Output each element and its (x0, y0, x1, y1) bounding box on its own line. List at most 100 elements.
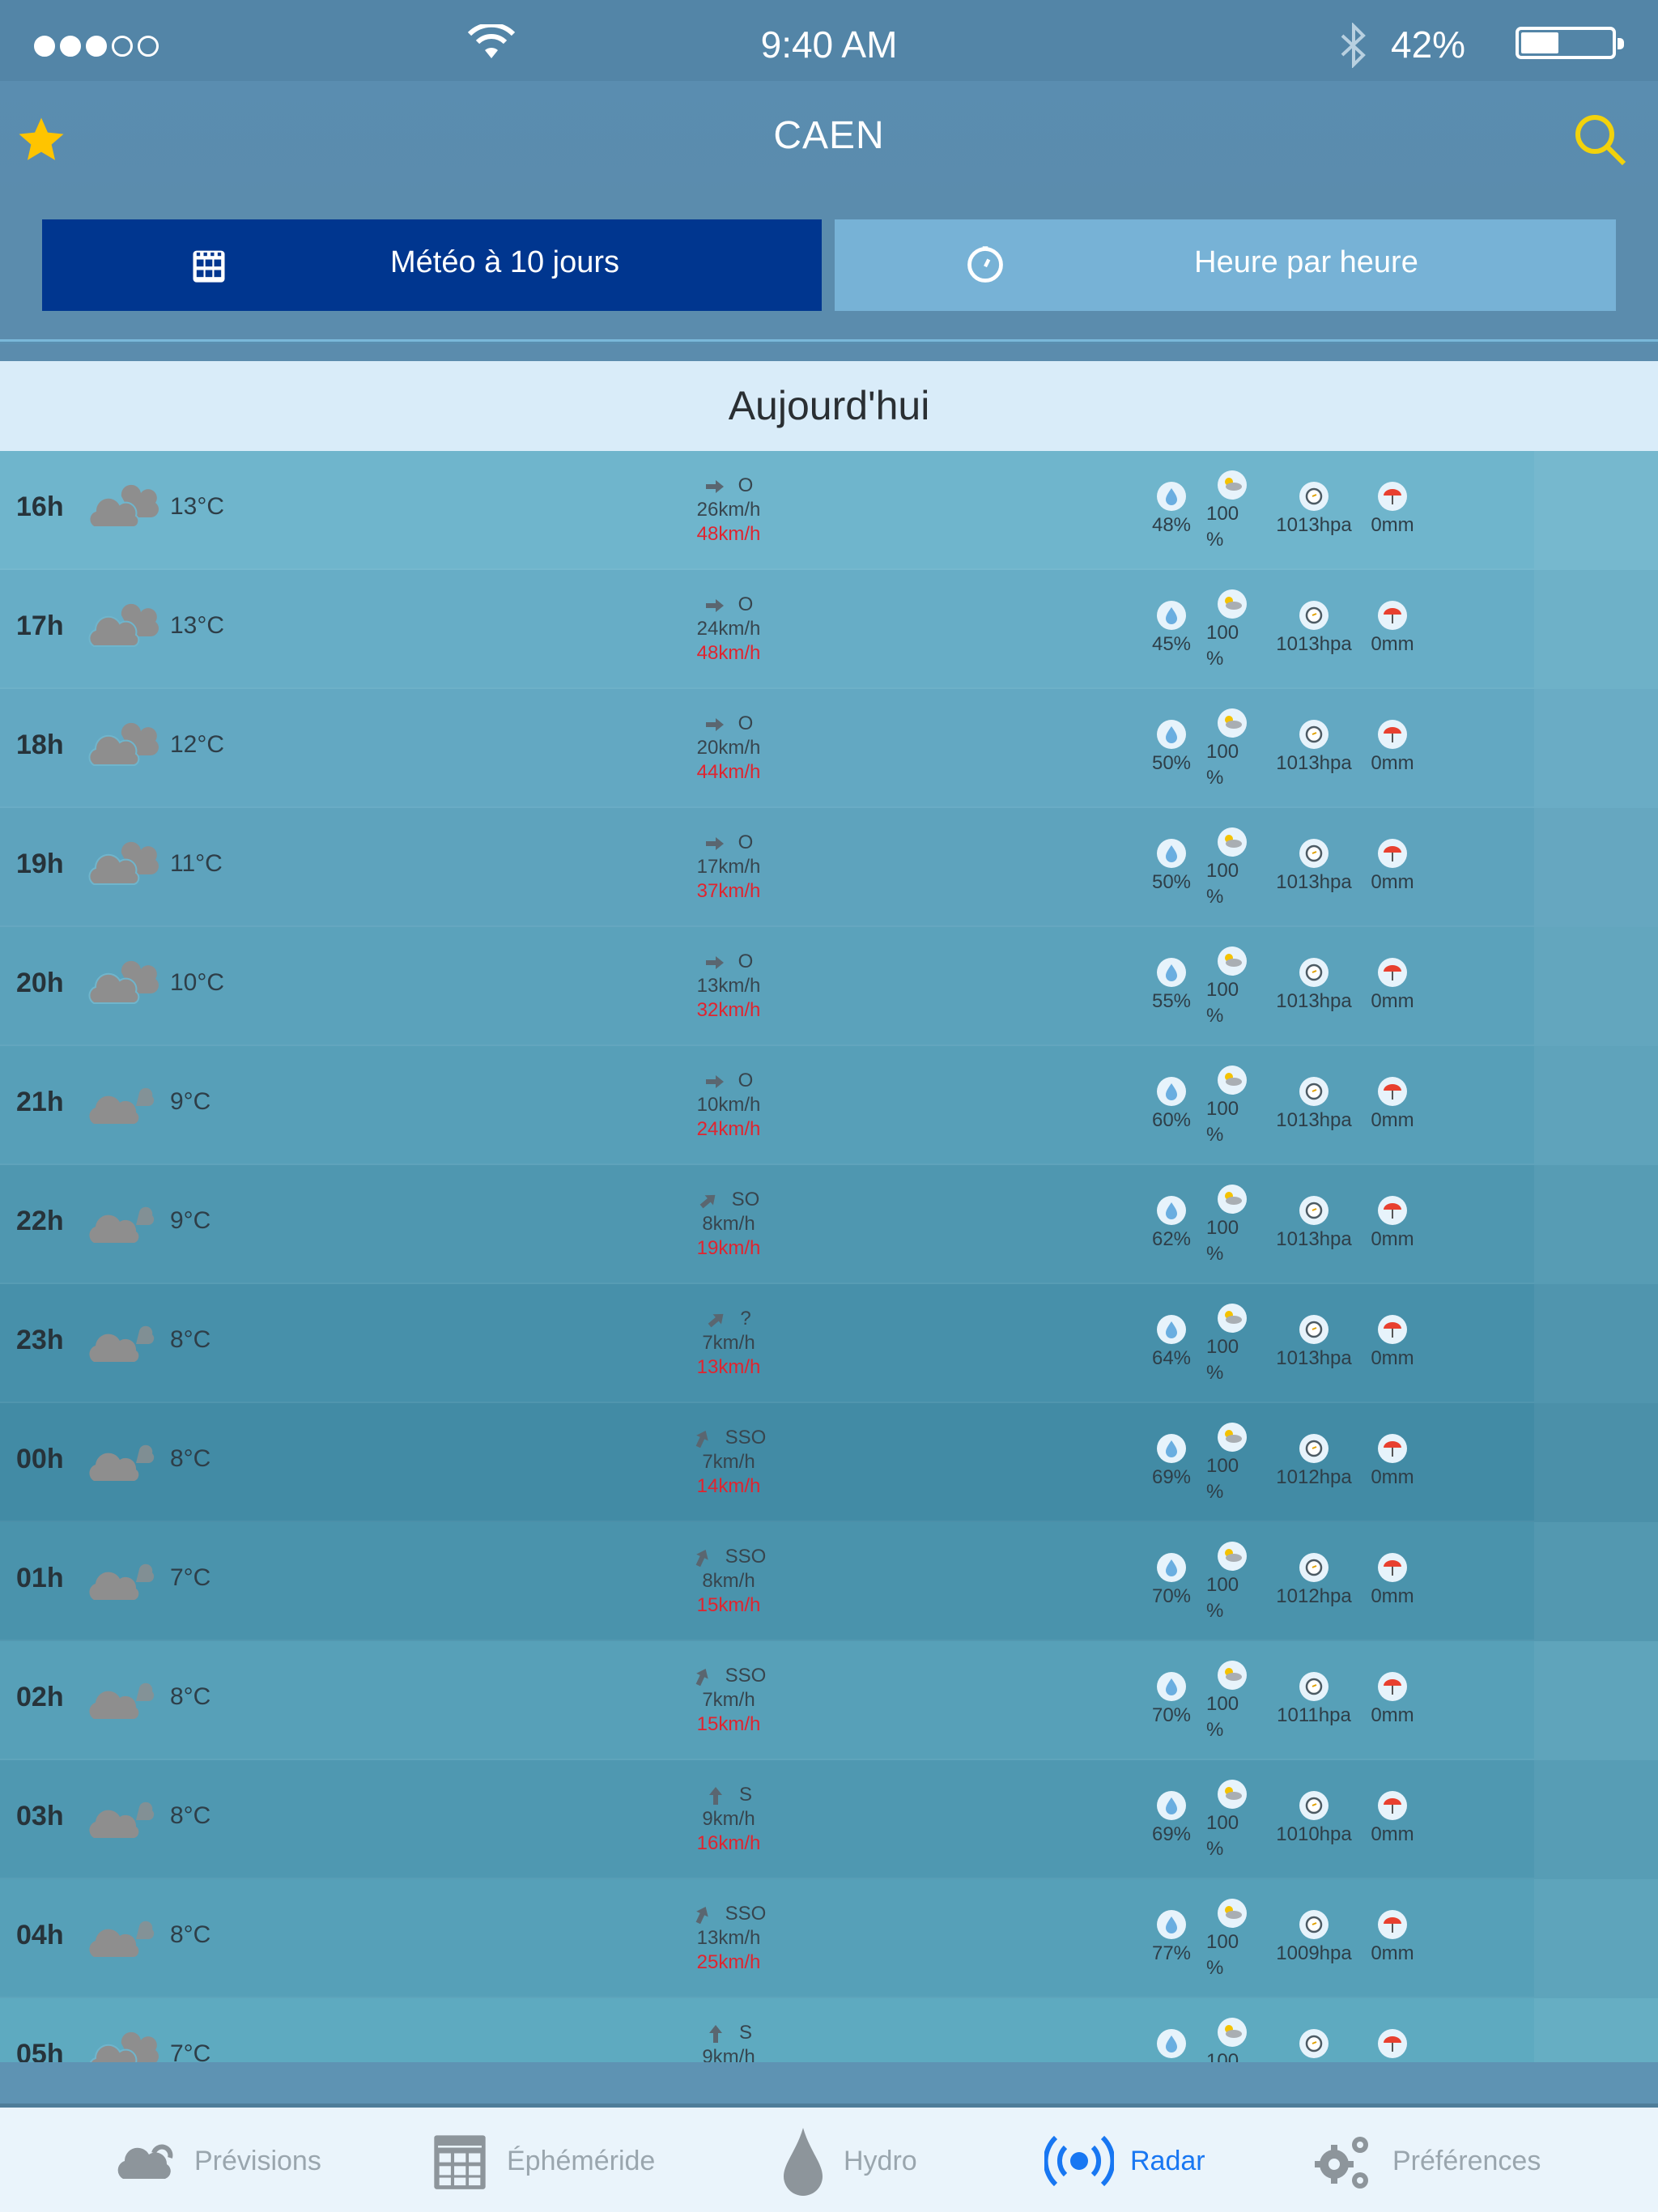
cloud-cover: 100 % (1206, 1661, 1263, 1742)
humidity: 69% (1143, 1434, 1200, 1489)
hour-label: 22h (16, 1206, 64, 1236)
humidity-value: 69% (1151, 1823, 1192, 1845)
hour-row[interactable]: 02h 8°C SSO 7km/h 15km/h 70% 100 % 1011h… (0, 1641, 1658, 1760)
tab-preferences[interactable]: Préférences (1312, 2132, 1541, 2190)
humidity-drop-icon (1157, 1196, 1186, 1225)
humidity-value: 64% (1151, 1347, 1192, 1369)
hour-label: 04h (16, 1920, 64, 1950)
hour-row[interactable]: 03h 8°C S 9km/h 16km/h 69% 100 % 1010hpa… (0, 1760, 1658, 1879)
rain: 0mm (1362, 1910, 1423, 1965)
pressure (1267, 2029, 1361, 2061)
cloudy-night-icon (89, 1675, 155, 1719)
pressure-gauge-icon (1299, 1077, 1329, 1106)
hour-row[interactable]: 18h 12°C O 20km/h 44km/h 50% 100 % 1013h… (0, 689, 1658, 808)
pressure: 1012hpa (1267, 1434, 1361, 1489)
tab-ephemeride[interactable]: Éphéméride (429, 2132, 655, 2190)
gears-icon (1315, 2137, 1368, 2189)
tab-hourly[interactable]: Heure par heure (835, 219, 1616, 311)
cloud-cover-value: 100 (1206, 1574, 1239, 1596)
wind-speed: 10km/h (696, 1094, 761, 1116)
cloudy-icon (88, 722, 159, 766)
wind-direction: O (648, 593, 810, 617)
tab-hydro[interactable]: Hydro (779, 2128, 917, 2196)
hour-row[interactable]: 19h 11°C O 17km/h 37km/h 50% 100 % 1013h… (0, 808, 1658, 927)
rain-value: 0mm (1371, 1347, 1414, 1369)
cloudy-night-icon (89, 1080, 155, 1124)
wind-direction-label: SSO (725, 1903, 767, 1925)
wind-info: S 9km/h 16km/h (648, 1783, 810, 1856)
cloud-cover: 100 % (1206, 946, 1263, 1027)
temperature: 8°C (170, 1445, 211, 1472)
rain-value: 0mm (1371, 1823, 1414, 1845)
hour-row[interactable]: 00h 8°C SSO 7km/h 14km/h 69% 100 % 1012h… (0, 1403, 1658, 1522)
hour-row[interactable]: 23h 8°C ? 7km/h 13km/h 64% 100 % 1013hpa… (0, 1284, 1658, 1403)
hour-row[interactable]: 05h 7°C S 9km/h 100 (0, 1998, 1658, 2062)
hour-row[interactable]: 04h 8°C SSO 13km/h 25km/h 77% 100 % 1009… (0, 1879, 1658, 1998)
partly-cloudy-icon (1218, 1542, 1247, 1571)
rain-value: 0mm (1371, 1466, 1414, 1488)
cloud-cover-unit: % (1206, 767, 1224, 789)
wind-direction: SSO (648, 1664, 810, 1688)
wind-direction: SSO (648, 1545, 810, 1569)
wind-speed: 13km/h (696, 975, 761, 997)
rain-value: 0mm (1371, 1942, 1414, 1964)
rain: 0mm (1362, 1077, 1423, 1132)
temperature: 8°C (170, 1683, 211, 1710)
humidity-drop-icon (1157, 1910, 1186, 1939)
wind-arrow-icon (695, 1430, 708, 1448)
rain-value: 0mm (1371, 752, 1414, 774)
wind-direction-label: O (738, 593, 754, 615)
hour-row[interactable]: 20h 10°C O 13km/h 32km/h 55% 100 % 1013h… (0, 927, 1658, 1046)
wind-arrow-icon (705, 479, 724, 493)
tab-previsions[interactable]: Prévisions (113, 2132, 321, 2190)
rain-value: 0mm (1371, 1109, 1414, 1131)
hour-row[interactable]: 01h 7°C SSO 8km/h 15km/h 70% 100 % 1012h… (0, 1522, 1658, 1641)
wind-info: O 17km/h 37km/h (648, 831, 810, 904)
humidity-drop-icon (1157, 482, 1186, 511)
cloud-cover-value: 100 (1206, 1693, 1239, 1715)
partly-cloudy-icon (1218, 1899, 1247, 1928)
rain: 0mm (1362, 1196, 1423, 1251)
tab-radar[interactable]: Radar (1044, 2132, 1205, 2190)
wind-info: SSO 8km/h 15km/h (648, 1545, 810, 1618)
wind-direction: O (648, 1069, 810, 1093)
cloud-icon (117, 2144, 173, 2179)
wind-arrow-icon (708, 2024, 722, 2043)
tab-10-day-forecast[interactable]: Météo à 10 jours (42, 219, 822, 311)
humidity: 77% (1143, 1910, 1200, 1965)
partly-cloudy-icon (1218, 1185, 1247, 1214)
hour-row[interactable]: 22h 9°C SO 8km/h 19km/h 62% 100 % 1013hp… (0, 1165, 1658, 1284)
umbrella-icon (1378, 1434, 1407, 1463)
wind-arrow-icon (708, 1313, 724, 1328)
humidity-value: 50% (1151, 871, 1192, 893)
humidity: 50% (1143, 839, 1200, 894)
wind-speed: 13km/h (696, 1927, 761, 1949)
humidity-drop-icon (1157, 839, 1186, 868)
hour-row[interactable]: 17h 13°C O 24km/h 48km/h 45% 100 % 1013h… (0, 570, 1658, 689)
pressure-gauge-icon (1299, 601, 1329, 630)
calendar-grid-icon (434, 2135, 486, 2189)
rain (1362, 2029, 1423, 2061)
wind-gust: 14km/h (696, 1475, 761, 1497)
wind-direction-label: SSO (725, 1665, 767, 1687)
humidity: 70% (1143, 1553, 1200, 1608)
temperature: 13°C (170, 493, 225, 520)
tab-ephemeride-label: Éphéméride (507, 2145, 656, 2176)
humidity-value: 70% (1151, 1585, 1192, 1607)
wind-speed: 7km/h (702, 1332, 755, 1354)
pressure-value: 1013hpa (1276, 1109, 1352, 1131)
hour-row[interactable]: 16h 13°C O 26km/h 48km/h 48% 100 % 1013h… (0, 451, 1658, 570)
hour-row[interactable]: 21h 9°C O 10km/h 24km/h 60% 100 % 1013hp… (0, 1046, 1658, 1165)
humidity-drop-icon (1157, 1434, 1186, 1463)
cloudy-night-icon (89, 1318, 155, 1362)
humidity-value: 55% (1151, 990, 1192, 1012)
hourly-forecast-list[interactable]: 16h 13°C O 26km/h 48km/h 48% 100 % 1013h… (0, 451, 1658, 2062)
cloudy-night-icon (89, 1556, 155, 1600)
rain-value: 0mm (1371, 633, 1414, 655)
pressure: 1009hpa (1267, 1910, 1361, 1965)
wind-arrow-icon (705, 717, 724, 731)
search-icon[interactable] (1571, 110, 1629, 168)
pressure: 1011hpa (1267, 1672, 1361, 1727)
cloud-cover: 100 % (1206, 1542, 1263, 1623)
status-bar: 9:40 AM 42% (0, 0, 1658, 81)
